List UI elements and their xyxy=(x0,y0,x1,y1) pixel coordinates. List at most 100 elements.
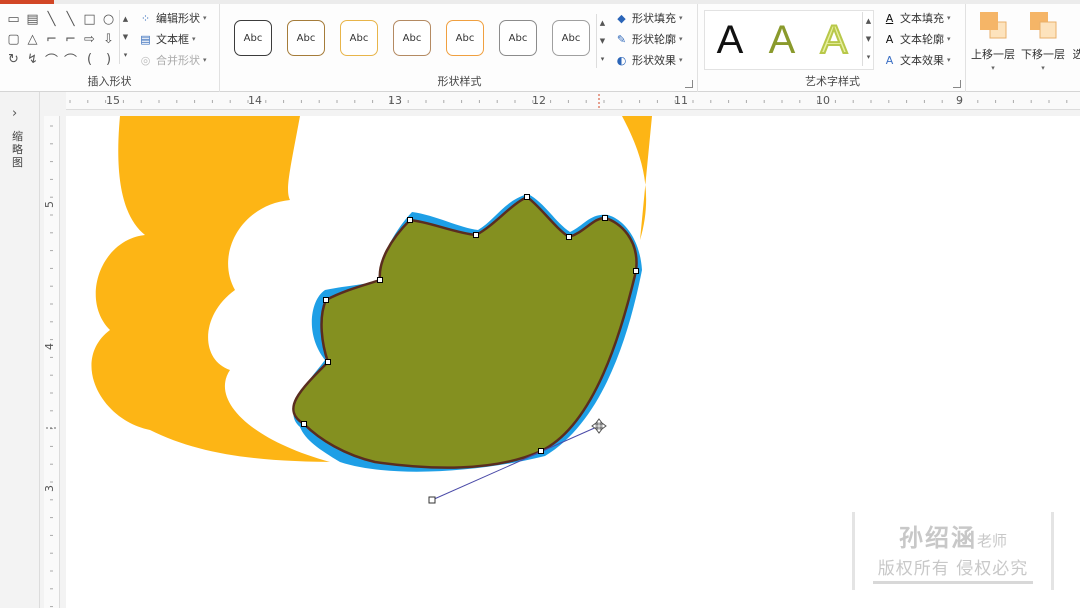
edit-point-handle[interactable] xyxy=(323,297,329,303)
wordart-preset-outline[interactable]: A xyxy=(808,12,860,68)
bezier-control-handle[interactable] xyxy=(428,496,436,504)
shape-option[interactable]: ) xyxy=(99,49,118,69)
insert-shapes-label: 插入形状 xyxy=(87,75,132,88)
shape-style-preset[interactable]: Abc xyxy=(552,20,590,56)
text-outline-button[interactable]: A 文本轮廓 ▾ xyxy=(882,29,951,49)
send-backward-button[interactable]: 下移一层 ▾ xyxy=(1018,10,1068,76)
shape-fill-button[interactable]: ◆ 形状填充 ▾ xyxy=(614,8,683,28)
wordart-preset-black[interactable]: A xyxy=(704,12,756,68)
shape-style-preset[interactable]: Abc xyxy=(499,20,537,56)
shape-option[interactable]: ○ xyxy=(99,9,118,29)
more-icon[interactable]: ▾ xyxy=(863,48,874,66)
shape-option[interactable]: ⇩ xyxy=(99,29,118,49)
text-effects-button[interactable]: A 文本效果 ▾ xyxy=(882,50,951,70)
shape-option[interactable]: ▭ xyxy=(4,9,23,29)
edit-point-handle[interactable] xyxy=(524,194,530,200)
shape-option[interactable]: △ xyxy=(23,29,42,49)
chevron-down-icon: ▾ xyxy=(947,35,951,43)
shape-option[interactable]: ⌒ xyxy=(42,49,61,69)
thumbnail-pane: › 缩略图 xyxy=(0,92,40,608)
pencil-icon: ✎ xyxy=(616,32,627,46)
edit-point-handle[interactable] xyxy=(566,234,572,240)
scroll-down-icon[interactable]: ▼ xyxy=(120,28,131,46)
chevron-down-icon: ▾ xyxy=(679,14,683,22)
bring-forward-button[interactable]: 上移一层 ▾ xyxy=(968,10,1018,76)
shape-style-preset[interactable]: Abc xyxy=(234,20,272,56)
shape-style-preset[interactable]: Abc xyxy=(393,20,431,56)
text-outline-icon: A xyxy=(885,32,894,46)
chevron-down-icon: ▾ xyxy=(203,56,207,64)
insert-shapes-group: ▭ ▤ ╲ ╲ □ ○ ▢ △ ⌐ ⌐ ⇨ ⇩ ↻ ↯ ⌒ ⌒() ▲ ▼ ▾ ⁘ 编辑形状 ▾ ▤ 文本框 … xyxy=(0,4,220,92)
shape-style-preset[interactable]: Abc xyxy=(446,20,484,56)
shape-option[interactable]: ( xyxy=(80,49,99,69)
edit-point-handle[interactable] xyxy=(407,217,413,223)
shape-option[interactable]: ⌐ xyxy=(42,29,61,49)
edit-shape-button[interactable]: ⁘ 编辑形状 ▾ xyxy=(138,8,207,28)
ruler-number: 10 xyxy=(816,94,830,107)
effects-icon: ◐ xyxy=(616,53,627,67)
ruler-number: 15 xyxy=(106,94,120,107)
wordart-gallery-scroll[interactable]: ▲ ▼ ▾ xyxy=(862,12,874,66)
shape-option[interactable]: ▢ xyxy=(4,29,23,49)
edit-points-icon: ⁘ xyxy=(140,11,151,25)
wordart-preset-olive[interactable]: A xyxy=(756,12,808,68)
chevron-down-icon: ▾ xyxy=(679,35,683,43)
merge-shapes-button[interactable]: ◎ 合并形状 ▾ xyxy=(138,50,207,70)
shapes-gallery[interactable]: ▭ ▤ ╲ ╲ □ ○ ▢ △ ⌐ ⌐ ⇨ ⇩ ↻ ↯ ⌒ ⌒() xyxy=(4,9,118,69)
shape-style-preset[interactable]: Abc xyxy=(287,20,325,56)
text-fill-button[interactable]: A 文本填充 ▾ xyxy=(882,8,951,28)
scroll-up-icon[interactable]: ▲ xyxy=(597,14,608,32)
more-icon[interactable]: ▾ xyxy=(597,50,608,68)
wordart-styles-group: A A A ▲ ▼ ▾ A 文本填充 ▾ A 文本轮廓 ▾ A 文本效果 ▾ 艺… xyxy=(700,4,966,92)
chevron-right-icon[interactable]: › xyxy=(12,106,17,121)
ruler-number: 13 xyxy=(388,94,402,107)
ruler-number: 11 xyxy=(674,94,688,107)
watermark-divider xyxy=(873,581,1033,584)
ruler-number: 5 xyxy=(43,201,56,208)
vertical-ruler: 5 4 3 xyxy=(43,116,60,608)
chevron-down-icon: ▾ xyxy=(1041,64,1045,72)
scroll-up-icon[interactable]: ▲ xyxy=(863,12,874,30)
edit-point-handle[interactable] xyxy=(301,421,307,427)
shape-option[interactable]: ⇨ xyxy=(80,29,99,49)
ruler-number: 12 xyxy=(532,94,546,107)
scroll-up-icon[interactable]: ▲ xyxy=(120,10,131,28)
edit-point-handle[interactable] xyxy=(538,448,544,454)
chevron-down-icon: ▾ xyxy=(679,56,683,64)
shape-option[interactable]: ↯ xyxy=(23,49,42,69)
shape-option[interactable]: ╲ xyxy=(61,9,80,29)
edit-point-handle[interactable] xyxy=(633,268,639,274)
shapes-gallery-scroll[interactable]: ▲ ▼ ▾ xyxy=(119,10,131,64)
ruler-number: 3 xyxy=(43,485,56,492)
shape-option[interactable]: ▤ xyxy=(23,9,42,29)
edit-point-handle[interactable] xyxy=(377,277,383,283)
merge-shapes-icon: ◎ xyxy=(140,53,151,67)
styles-gallery-scroll[interactable]: ▲ ▼ ▾ xyxy=(596,14,608,68)
shape-option[interactable]: □ xyxy=(80,9,99,29)
watermark: 孙绍涵老师 版权所有 侵权必究 xyxy=(852,512,1054,590)
chevron-down-icon: ▾ xyxy=(192,35,196,43)
scroll-down-icon[interactable]: ▼ xyxy=(863,30,874,48)
edit-point-handle[interactable] xyxy=(602,215,608,221)
shape-style-preset[interactable]: Abc xyxy=(340,20,378,56)
shape-outline-button[interactable]: ✎ 形状轮廓 ▾ xyxy=(614,29,683,49)
selection-pane-button[interactable]: 选 xyxy=(1068,10,1080,76)
scroll-down-icon[interactable]: ▼ xyxy=(597,32,608,50)
shape-option[interactable]: ↻ xyxy=(4,49,23,69)
shape-option[interactable]: ⌐ xyxy=(61,29,80,49)
shape-option[interactable]: ⌒ xyxy=(61,49,80,69)
edit-point-handle[interactable] xyxy=(473,232,479,238)
paint-bucket-icon: ◆ xyxy=(617,11,626,25)
edit-point-handle[interactable] xyxy=(325,359,331,365)
text-effects-icon: A xyxy=(885,53,894,67)
more-icon[interactable]: ▾ xyxy=(120,46,131,64)
shape-styles-label: 形状样式 xyxy=(437,75,482,88)
ruler-number: 4 xyxy=(43,343,56,350)
thumbnail-pane-label[interactable]: 缩略图 xyxy=(12,130,26,169)
text-box-button[interactable]: ▤ 文本框 ▾ xyxy=(138,29,196,49)
horizontal-ruler-ticks xyxy=(69,94,1068,108)
text-fill-icon: A xyxy=(885,11,894,25)
shape-option[interactable]: ╲ xyxy=(42,9,61,29)
chevron-down-icon: ▾ xyxy=(947,14,951,22)
shape-effects-button[interactable]: ◐ 形状效果 ▾ xyxy=(614,50,683,70)
